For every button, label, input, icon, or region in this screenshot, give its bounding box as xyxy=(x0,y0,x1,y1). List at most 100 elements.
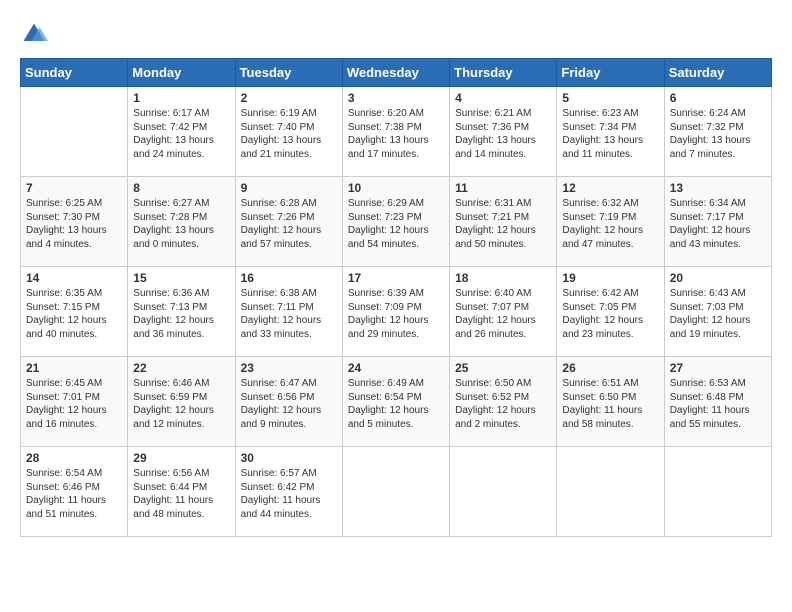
day-info: Sunrise: 6:19 AM Sunset: 7:40 PM Dayligh… xyxy=(241,107,337,161)
day-cell: 12 Sunrise: 6:32 AM Sunset: 7:19 PM Dayli… xyxy=(557,177,664,267)
day-info: Sunrise: 6:36 AM Sunset: 7:13 PM Dayligh… xyxy=(133,287,229,341)
day-cell: 6 Sunrise: 6:24 AM Sunset: 7:32 PM Daylig… xyxy=(664,87,771,177)
day-number: 16 xyxy=(241,271,337,285)
day-cell: 4 Sunrise: 6:21 AM Sunset: 7:36 PM Daylig… xyxy=(450,87,557,177)
day-cell: 21 Sunrise: 6:45 AM Sunset: 7:01 PM Dayli… xyxy=(21,357,128,447)
day-number: 2 xyxy=(241,91,337,105)
day-number: 20 xyxy=(670,271,766,285)
day-cell: 27Sunrise: 6:53 AM Sunset: 6:48 PM Dayli… xyxy=(664,357,771,447)
day-number: 15 xyxy=(133,271,229,285)
day-info: Sunrise: 6:49 AM Sunset: 6:54 PM Dayligh… xyxy=(348,377,444,431)
day-cell xyxy=(557,447,664,537)
day-info: Sunrise: 6:17 AM Sunset: 7:42 PM Dayligh… xyxy=(133,107,229,161)
calendar-table: SundayMondayTuesdayWednesdayThursdayFrid… xyxy=(20,58,772,537)
day-cell: 26 Sunrise: 6:51 AM Sunset: 6:50 PM Dayli… xyxy=(557,357,664,447)
day-cell: 17 Sunrise: 6:39 AM Sunset: 7:09 PM Dayli… xyxy=(342,267,449,357)
day-cell: 15 Sunrise: 6:36 AM Sunset: 7:13 PM Dayli… xyxy=(128,267,235,357)
day-number: 30 xyxy=(241,451,337,465)
day-info: Sunrise: 6:50 AM Sunset: 6:52 PM Dayligh… xyxy=(455,377,551,431)
day-number: 28 xyxy=(26,451,122,465)
day-number: 3 xyxy=(348,91,444,105)
day-info: Sunrise: 6:54 AM Sunset: 6:46 PM Dayligh… xyxy=(26,467,122,521)
day-cell: 25 Sunrise: 6:50 AM Sunset: 6:52 PM Dayli… xyxy=(450,357,557,447)
day-info: Sunrise: 6:39 AM Sunset: 7:09 PM Dayligh… xyxy=(348,287,444,341)
day-info: Sunrise: 6:47 AM Sunset: 6:56 PM Dayligh… xyxy=(241,377,337,431)
day-cell xyxy=(450,447,557,537)
day-cell: 1 Sunrise: 6:17 AM Sunset: 7:42 PM Daylig… xyxy=(128,87,235,177)
day-number: 10 xyxy=(348,181,444,195)
day-cell: 11 Sunrise: 6:31 AM Sunset: 7:21 PM Dayli… xyxy=(450,177,557,267)
week-row-2: 14Sunrise: 6:35 AM Sunset: 7:15 PM Dayli… xyxy=(21,267,772,357)
day-number: 9 xyxy=(241,181,337,195)
day-cell: 23 Sunrise: 6:47 AM Sunset: 6:56 PM Dayli… xyxy=(235,357,342,447)
day-cell: 22Sunrise: 6:46 AM Sunset: 6:59 PM Dayli… xyxy=(128,357,235,447)
day-number: 19 xyxy=(562,271,658,285)
day-info: Sunrise: 6:32 AM Sunset: 7:19 PM Dayligh… xyxy=(562,197,658,251)
day-number: 18 xyxy=(455,271,551,285)
day-number: 5 xyxy=(562,91,658,105)
day-cell: 9 Sunrise: 6:28 AM Sunset: 7:26 PM Daylig… xyxy=(235,177,342,267)
day-cell: 7 Sunrise: 6:25 AM Sunset: 7:30 PM Daylig… xyxy=(21,177,128,267)
day-number: 11 xyxy=(455,181,551,195)
day-number: 27 xyxy=(670,361,766,375)
day-number: 25 xyxy=(455,361,551,375)
day-number: 21 xyxy=(26,361,122,375)
day-cell: 18 Sunrise: 6:40 AM Sunset: 7:07 PM Dayli… xyxy=(450,267,557,357)
day-info: Sunrise: 6:35 AM Sunset: 7:15 PM Dayligh… xyxy=(26,287,122,341)
day-cell xyxy=(21,87,128,177)
day-info: Sunrise: 6:45 AM Sunset: 7:01 PM Dayligh… xyxy=(26,377,122,431)
header-saturday: Saturday xyxy=(664,59,771,87)
day-cell: 13 Sunrise: 6:34 AM Sunset: 7:17 PM Dayli… xyxy=(664,177,771,267)
day-cell: 8 Sunrise: 6:27 AM Sunset: 7:28 PM Daylig… xyxy=(128,177,235,267)
day-info: Sunrise: 6:40 AM Sunset: 7:07 PM Dayligh… xyxy=(455,287,551,341)
day-number: 8 xyxy=(133,181,229,195)
day-number: 12 xyxy=(562,181,658,195)
day-number: 23 xyxy=(241,361,337,375)
day-cell: 5 Sunrise: 6:23 AM Sunset: 7:34 PM Daylig… xyxy=(557,87,664,177)
header-thursday: Thursday xyxy=(450,59,557,87)
day-cell: 29 Sunrise: 6:56 AM Sunset: 6:44 PM Dayli… xyxy=(128,447,235,537)
week-row-3: 21 Sunrise: 6:45 AM Sunset: 7:01 PM Dayli… xyxy=(21,357,772,447)
day-info: Sunrise: 6:27 AM Sunset: 7:28 PM Dayligh… xyxy=(133,197,229,251)
day-info: Sunrise: 6:31 AM Sunset: 7:21 PM Dayligh… xyxy=(455,197,551,251)
day-cell xyxy=(342,447,449,537)
day-number: 22 xyxy=(133,361,229,375)
day-info: Sunrise: 6:34 AM Sunset: 7:17 PM Dayligh… xyxy=(670,197,766,251)
header-tuesday: Tuesday xyxy=(235,59,342,87)
day-number: 7 xyxy=(26,181,122,195)
day-cell: 3 Sunrise: 6:20 AM Sunset: 7:38 PM Daylig… xyxy=(342,87,449,177)
day-number: 6 xyxy=(670,91,766,105)
day-info: Sunrise: 6:25 AM Sunset: 7:30 PM Dayligh… xyxy=(26,197,122,251)
week-row-0: 1 Sunrise: 6:17 AM Sunset: 7:42 PM Daylig… xyxy=(21,87,772,177)
day-info: Sunrise: 6:23 AM Sunset: 7:34 PM Dayligh… xyxy=(562,107,658,161)
page-header xyxy=(20,20,772,48)
day-info: Sunrise: 6:21 AM Sunset: 7:36 PM Dayligh… xyxy=(455,107,551,161)
day-number: 4 xyxy=(455,91,551,105)
day-cell: 2 Sunrise: 6:19 AM Sunset: 7:40 PM Daylig… xyxy=(235,87,342,177)
day-number: 26 xyxy=(562,361,658,375)
day-info: Sunrise: 6:43 AM Sunset: 7:03 PM Dayligh… xyxy=(670,287,766,341)
header-monday: Monday xyxy=(128,59,235,87)
day-number: 13 xyxy=(670,181,766,195)
week-row-4: 28 Sunrise: 6:54 AM Sunset: 6:46 PM Dayli… xyxy=(21,447,772,537)
day-cell: 20 Sunrise: 6:43 AM Sunset: 7:03 PM Dayli… xyxy=(664,267,771,357)
day-info: Sunrise: 6:38 AM Sunset: 7:11 PM Dayligh… xyxy=(241,287,337,341)
logo-icon xyxy=(20,20,48,48)
day-number: 24 xyxy=(348,361,444,375)
day-info: Sunrise: 6:20 AM Sunset: 7:38 PM Dayligh… xyxy=(348,107,444,161)
day-info: Sunrise: 6:51 AM Sunset: 6:50 PM Dayligh… xyxy=(562,377,658,431)
day-info: Sunrise: 6:29 AM Sunset: 7:23 PM Dayligh… xyxy=(348,197,444,251)
calendar-header-row: SundayMondayTuesdayWednesdayThursdayFrid… xyxy=(21,59,772,87)
day-info: Sunrise: 6:24 AM Sunset: 7:32 PM Dayligh… xyxy=(670,107,766,161)
day-cell: 19Sunrise: 6:42 AM Sunset: 7:05 PM Dayli… xyxy=(557,267,664,357)
day-number: 17 xyxy=(348,271,444,285)
day-info: Sunrise: 6:28 AM Sunset: 7:26 PM Dayligh… xyxy=(241,197,337,251)
header-wednesday: Wednesday xyxy=(342,59,449,87)
day-cell: 28 Sunrise: 6:54 AM Sunset: 6:46 PM Dayli… xyxy=(21,447,128,537)
day-cell: 30Sunrise: 6:57 AM Sunset: 6:42 PM Dayli… xyxy=(235,447,342,537)
logo xyxy=(20,20,52,48)
day-info: Sunrise: 6:56 AM Sunset: 6:44 PM Dayligh… xyxy=(133,467,229,521)
day-number: 1 xyxy=(133,91,229,105)
day-number: 29 xyxy=(133,451,229,465)
week-row-1: 7 Sunrise: 6:25 AM Sunset: 7:30 PM Daylig… xyxy=(21,177,772,267)
